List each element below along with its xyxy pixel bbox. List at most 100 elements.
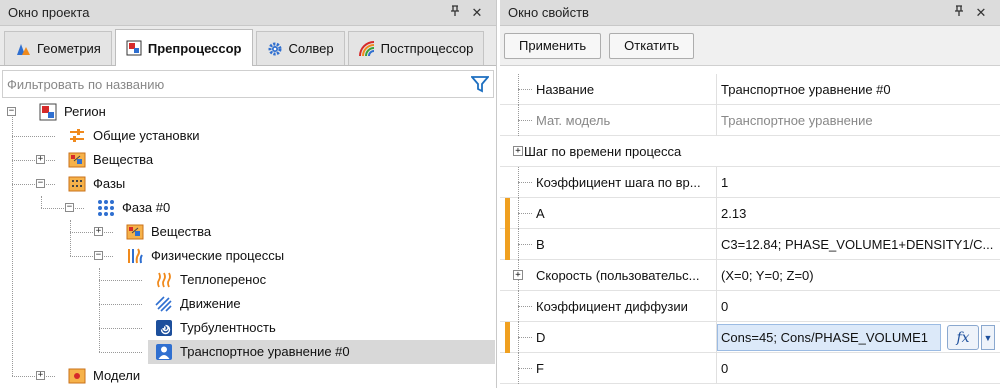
tree-item-label: Фазы xyxy=(93,176,126,191)
tree-connector xyxy=(99,280,142,281)
close-icon[interactable]: ✕ xyxy=(466,5,488,21)
project-window-titlebar: Окно проекта ✕ xyxy=(0,0,496,26)
property-row[interactable]: F0 xyxy=(500,353,1000,384)
column-divider xyxy=(716,74,717,105)
apply-button[interactable]: Применить xyxy=(504,32,602,59)
property-value-editor[interactable]: Cons=45; Cons/PHASE_VOLUME1 xyxy=(717,324,941,351)
tab-solver-label: Солвер xyxy=(288,41,334,56)
property-name: D xyxy=(536,329,546,345)
tab-solver[interactable]: Солвер xyxy=(255,31,345,65)
tab-geometry[interactable]: Геометрия xyxy=(4,31,112,65)
pin-icon[interactable] xyxy=(444,5,466,20)
preprocessor-icon xyxy=(126,40,142,56)
gear-icon xyxy=(268,42,281,55)
sliders-icon xyxy=(68,127,86,145)
expand-icon[interactable]: + xyxy=(36,155,45,164)
property-value[interactable]: C3=12.84; PHASE_VOLUME1+DENSITY1/C... xyxy=(721,237,996,252)
funnel-icon[interactable] xyxy=(467,75,493,93)
property-value[interactable]: Транспортное уравнение xyxy=(721,113,996,128)
property-name: Коэффициент шага по вр... xyxy=(536,174,701,190)
property-name: Название xyxy=(536,81,595,97)
property-row[interactable]: + Шаг по времени процесса xyxy=(500,136,1000,167)
tab-geometry-label: Геометрия xyxy=(37,41,101,56)
property-value[interactable]: 1 xyxy=(721,175,996,190)
column-divider xyxy=(716,229,717,260)
chevron-down-icon[interactable]: ▼ xyxy=(981,325,995,350)
tree-item-label: Общие установки xyxy=(93,128,200,143)
app-root: Окно проекта ✕ Геометрия Препроцессор Со… xyxy=(0,0,1000,388)
close-icon[interactable]: ✕ xyxy=(970,5,992,21)
tree-connector xyxy=(12,136,55,137)
tree-item-label: Транспортное уравнение #0 xyxy=(180,344,350,359)
collapse-icon[interactable]: − xyxy=(65,203,74,212)
tree-guide-line xyxy=(99,268,100,352)
property-row[interactable]: Мат. модель Транспортное уравнение xyxy=(500,105,1000,136)
tree-guide-line xyxy=(70,220,71,256)
tree-guide-line xyxy=(41,196,42,208)
column-divider xyxy=(716,260,717,291)
tree-connector xyxy=(518,89,532,90)
fx-icon: fx xyxy=(956,329,970,346)
expand-icon[interactable]: + xyxy=(513,270,523,280)
tree-connector xyxy=(12,376,55,377)
tab-preprocessor[interactable]: Препроцессор xyxy=(114,29,253,66)
tree-item-label: Регион xyxy=(64,104,106,119)
geometry-icon xyxy=(17,43,30,55)
transport-equation-icon xyxy=(155,343,173,361)
property-value[interactable]: Транспортное уравнение #0 xyxy=(721,82,996,97)
tree-item-label: Физические процессы xyxy=(151,248,285,263)
pin-icon[interactable] xyxy=(948,5,970,20)
tree-item[interactable] xyxy=(0,292,495,316)
property-row[interactable]: Коэффициент диффузии 0 xyxy=(500,291,1000,322)
tree-connector xyxy=(41,208,84,209)
property-row[interactable]: B C3=12.84; PHASE_VOLUME1+DENSITY1/C... xyxy=(500,229,1000,260)
property-value: Cons=45; Cons/PHASE_VOLUME1 xyxy=(721,330,929,345)
property-row[interactable]: Коэффициент шага по вр... 1 xyxy=(500,167,1000,198)
revert-button[interactable]: Откатить xyxy=(609,32,695,59)
property-row[interactable]: Название Транспортное уравнение #0 xyxy=(500,74,1000,105)
expand-icon[interactable]: + xyxy=(36,371,45,380)
collapse-icon[interactable]: − xyxy=(94,251,103,260)
filter-bar xyxy=(2,70,494,98)
column-divider xyxy=(716,198,717,229)
project-window-title: Окно проекта xyxy=(8,5,90,20)
properties-window-titlebar: Окно свойств ✕ xyxy=(500,0,1000,26)
tree-connector xyxy=(12,160,55,161)
property-name: F xyxy=(536,360,544,376)
collapse-icon[interactable]: − xyxy=(36,179,45,188)
filter-input[interactable] xyxy=(3,76,467,92)
motion-icon xyxy=(155,295,173,313)
property-value[interactable]: 0 xyxy=(721,299,996,314)
tree-connector xyxy=(518,337,532,338)
property-row[interactable]: + Скорость (пользовательс... (X=0; Y=0; Z=… xyxy=(500,260,1000,291)
region-icon xyxy=(39,103,57,121)
properties-window: Окно свойств ✕ Применить Откатить Назван… xyxy=(500,0,1000,388)
rainbow-icon xyxy=(358,40,374,56)
project-tabs: Геометрия Препроцессор Солвер Постпроцес… xyxy=(0,26,496,66)
physics-processes-icon xyxy=(126,247,144,265)
property-value[interactable]: 0 xyxy=(721,361,996,376)
expand-icon[interactable]: + xyxy=(513,146,523,156)
tree-connector xyxy=(70,232,113,233)
column-divider xyxy=(716,167,717,198)
tab-postprocessor[interactable]: Постпроцессор xyxy=(347,31,485,65)
property-row[interactable]: D Cons=45; Cons/PHASE_VOLUME1 fx ▼ xyxy=(500,322,1000,353)
substances-icon xyxy=(126,223,144,241)
property-grid: Название Транспортное уравнение #0 Мат. мо… xyxy=(500,74,1000,384)
collapse-icon[interactable]: − xyxy=(7,107,16,116)
function-button[interactable]: fx xyxy=(947,325,979,350)
tree-connector xyxy=(99,304,142,305)
tab-postprocessor-label: Постпроцессор xyxy=(380,41,474,56)
required-marker xyxy=(505,322,510,353)
property-row[interactable]: A 2.13 xyxy=(500,198,1000,229)
tab-preprocessor-label: Препроцессор xyxy=(147,40,242,56)
property-name: A xyxy=(536,205,545,221)
tree-guide-line xyxy=(12,117,13,376)
heat-transfer-icon xyxy=(155,271,173,289)
turbulence-icon xyxy=(155,319,173,337)
expand-icon[interactable]: + xyxy=(94,227,103,236)
tree-connector xyxy=(99,352,142,353)
project-window: Окно проекта ✕ Геометрия Препроцессор Со… xyxy=(0,0,497,388)
property-value[interactable]: (X=0; Y=0; Z=0) xyxy=(721,268,996,283)
property-value[interactable]: 2.13 xyxy=(721,206,996,221)
